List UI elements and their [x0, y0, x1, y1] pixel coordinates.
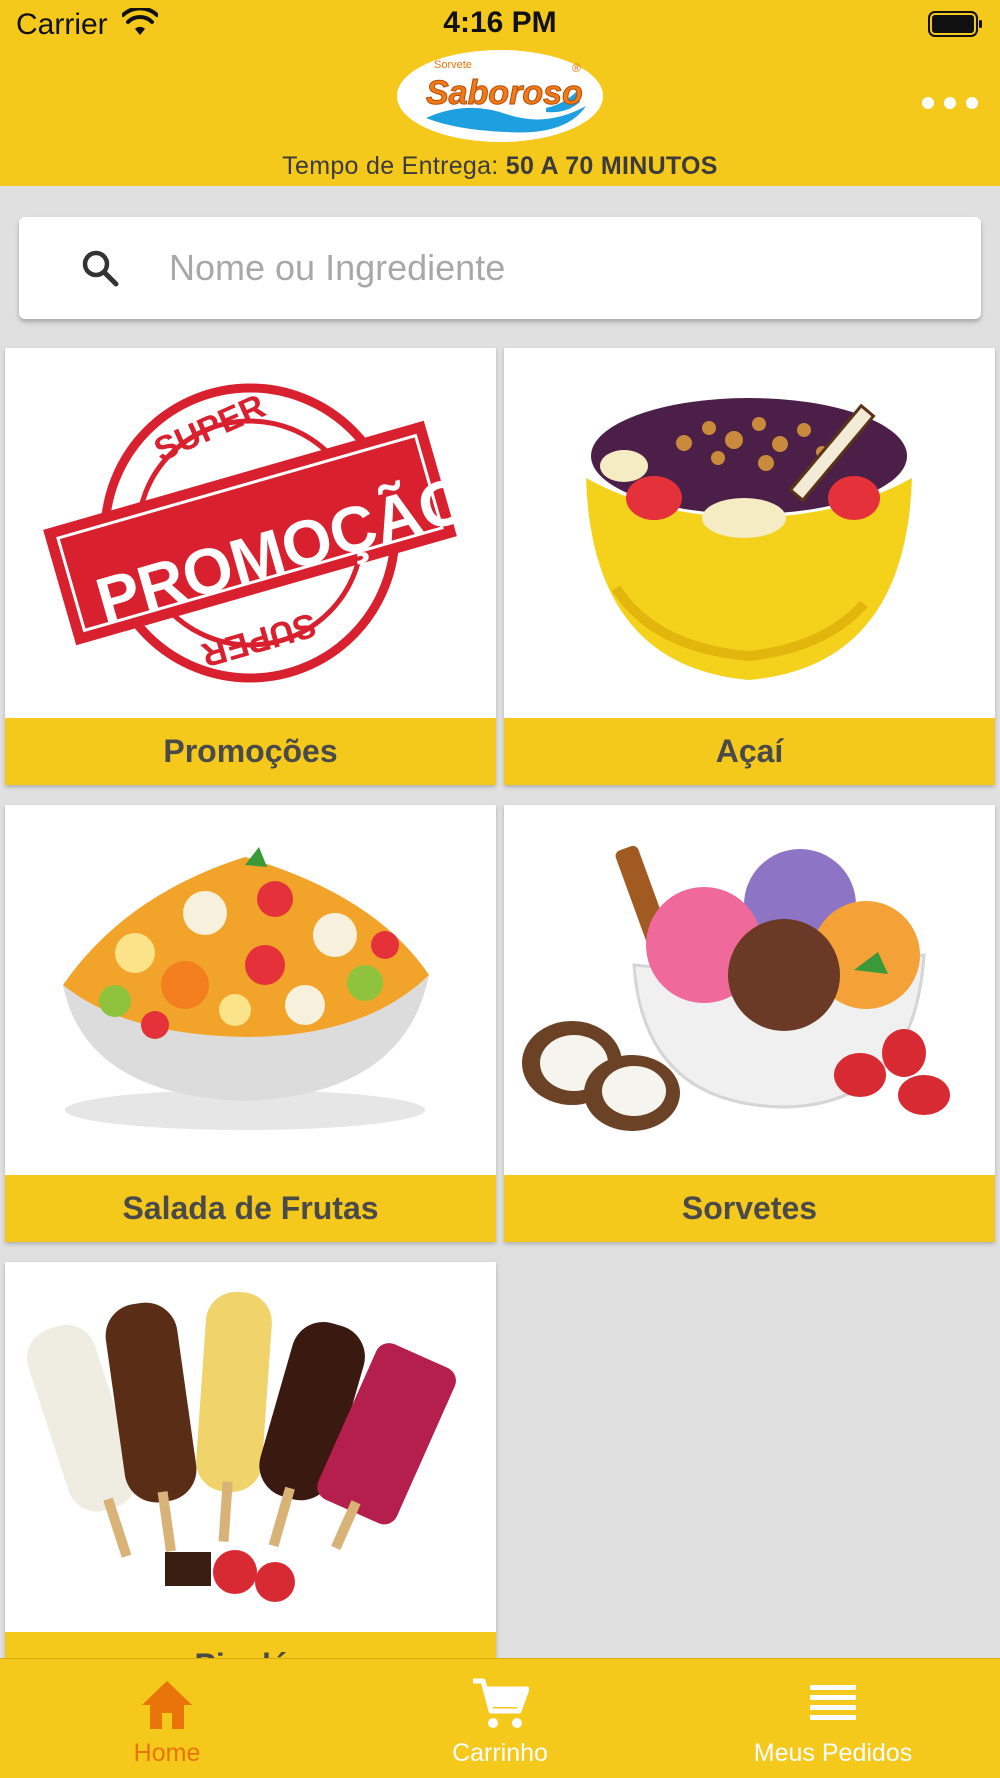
- app-header: Carrier 4:16 PM Sorvete Saboroso ® Tempo…: [0, 0, 1000, 186]
- ice-cream-image: [504, 805, 995, 1175]
- popsicles-image: [5, 1262, 496, 1632]
- category-card-promocoes[interactable]: SUPER SUPER PROMOÇÃO Promoções: [5, 348, 496, 785]
- tab-label: Home: [133, 1739, 201, 1767]
- category-card-sorvetes[interactable]: Sorvetes: [504, 805, 995, 1242]
- category-label: Açaí: [504, 718, 995, 785]
- category-card-salada-de-frutas[interactable]: Salada de Frutas: [5, 805, 496, 1242]
- tab-home[interactable]: Home: [0, 1659, 334, 1778]
- category-card-picoles[interactable]: Picolés: [5, 1262, 496, 1658]
- battery-icon: [928, 11, 982, 37]
- delivery-time: Tempo de Entrega: 50 A 70 MINUTOS: [0, 152, 1000, 181]
- more-options-button[interactable]: [922, 92, 978, 114]
- svg-text:Sorvete: Sorvete: [434, 59, 472, 71]
- svg-text:Saboroso: Saboroso: [426, 74, 583, 112]
- list-icon: [810, 1685, 856, 1720]
- fruit-salad-image: [5, 805, 496, 1175]
- bottom-tab-bar: Home Carrinho Meus Pedidos: [0, 1658, 1000, 1778]
- home-icon: [142, 1681, 192, 1729]
- category-card-acai[interactable]: Açaí: [504, 348, 995, 785]
- status-time: 4:16 PM: [443, 6, 557, 39]
- brand-logo: Sorvete Saboroso ®: [397, 50, 603, 142]
- search-bar[interactable]: [19, 217, 981, 319]
- category-label: Sorvetes: [504, 1175, 995, 1242]
- acai-bowl-image: [504, 348, 995, 718]
- category-label: Promoções: [5, 718, 496, 785]
- tab-label: Carrinho: [452, 1739, 548, 1767]
- promotion-stamp-image: SUPER SUPER PROMOÇÃO: [5, 348, 496, 718]
- status-bar: Carrier 4:16 PM: [0, 0, 1000, 50]
- delivery-value: 50 A 70 MINUTOS: [505, 152, 718, 180]
- ellipsis-icon: [922, 97, 934, 109]
- tab-meus-pedidos[interactable]: Meus Pedidos: [666, 1659, 1000, 1778]
- cart-icon: [473, 1678, 529, 1728]
- search-input[interactable]: [169, 239, 949, 297]
- svg-text:®: ®: [572, 61, 581, 75]
- search-icon: [82, 250, 119, 287]
- tab-carrinho[interactable]: Carrinho: [333, 1659, 667, 1778]
- category-label: Salada de Frutas: [5, 1175, 496, 1242]
- tab-label: Meus Pedidos: [753, 1739, 913, 1767]
- delivery-label: Tempo de Entrega:: [282, 152, 499, 180]
- category-label: Picolés: [5, 1632, 496, 1658]
